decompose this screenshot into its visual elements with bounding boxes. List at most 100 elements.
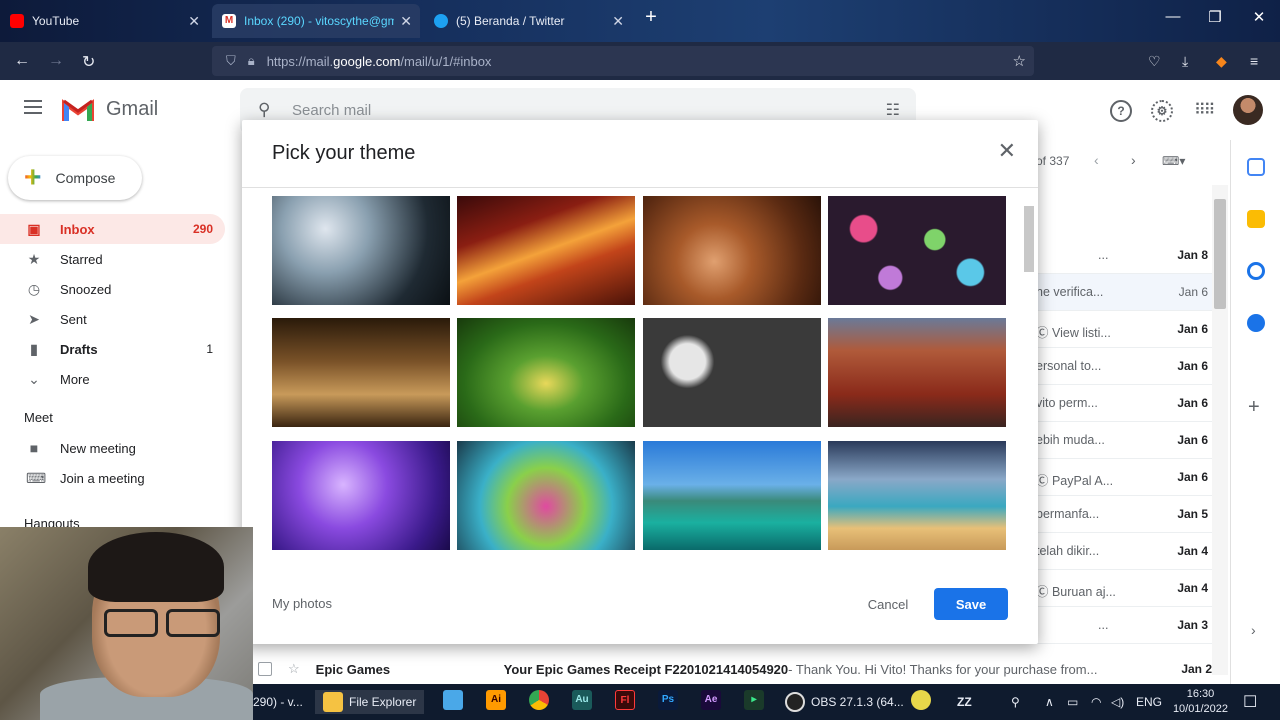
- close-icon[interactable]: ✕: [998, 138, 1016, 164]
- dialog-scrollbar-thumb[interactable]: [1024, 206, 1034, 272]
- dandelion-theme[interactable]: [272, 196, 450, 305]
- close-tab-icon[interactable]: ✕: [188, 13, 200, 30]
- save-button[interactable]: Save: [934, 588, 1008, 620]
- search-input[interactable]: Search mail: [292, 102, 371, 119]
- pipes-theme[interactable]: [643, 318, 821, 427]
- scrollbar-thumb[interactable]: [1214, 199, 1226, 309]
- app-icon[interactable]: ▸: [744, 690, 764, 710]
- menu-icon[interactable]: ≡: [1250, 53, 1258, 69]
- cancel-button[interactable]: Cancel: [852, 588, 924, 620]
- list-item[interactable]: ersonal to... Jan 6: [1030, 348, 1212, 385]
- notifications-icon[interactable]: ☐: [1243, 690, 1257, 714]
- sidebar-item-inbox[interactable]: ▣ Inbox 290: [0, 214, 225, 244]
- wifi-icon[interactable]: ◠: [1091, 690, 1101, 714]
- bookmark-star-icon[interactable]: ☆: [1013, 52, 1026, 70]
- calendar-icon[interactable]: [1247, 158, 1265, 176]
- minimize-icon[interactable]: —: [1158, 8, 1188, 25]
- battery-icon[interactable]: ▭: [1067, 690, 1078, 714]
- dialog-scrollbar[interactable]: [1022, 186, 1036, 562]
- star-icon: ★: [27, 250, 41, 267]
- main-menu-icon[interactable]: [24, 100, 42, 114]
- after-effects-icon[interactable]: Ae: [701, 690, 721, 710]
- bokeh-theme[interactable]: [828, 196, 1006, 305]
- app-icon[interactable]: [443, 690, 463, 710]
- pocket-icon[interactable]: ♡: [1148, 53, 1161, 70]
- sidebar-item-snoozed[interactable]: ◷ Snoozed: [0, 274, 225, 304]
- join-meeting-item[interactable]: ⌨ Join a meeting: [0, 463, 225, 493]
- tab-gmail[interactable]: M Inbox (290) - vitoscythe@gmail ✕: [212, 4, 420, 38]
- scrollbar[interactable]: [1212, 185, 1228, 675]
- app-icon[interactable]: ZZ: [957, 690, 972, 714]
- jellyfish-theme[interactable]: [272, 441, 450, 550]
- taskbar-item-file-explorer[interactable]: File Explorer: [315, 690, 425, 714]
- audition-icon[interactable]: Au: [572, 690, 592, 710]
- tab-twitter[interactable]: (5) Beranda / Twitter ✕: [424, 4, 632, 38]
- url-text: https://mail.google.com/mail/u/1/#inbox: [266, 53, 492, 69]
- maximize-icon[interactable]: ❐: [1200, 8, 1230, 26]
- address-bar[interactable]: ⛉ 🔒︎ https://mail.google.com/mail/u/1/#i…: [212, 46, 1034, 76]
- autumn-leaves-theme[interactable]: [643, 196, 821, 305]
- tab-youtube[interactable]: YouTube ✕: [0, 4, 208, 38]
- illustrator-icon[interactable]: Ai: [486, 690, 506, 710]
- sidebar-item-sent[interactable]: ➤ Sent: [0, 304, 225, 334]
- obs-icon: [785, 692, 805, 712]
- search-icon[interactable]: ⚲: [258, 100, 270, 120]
- chrome-icon[interactable]: [529, 690, 549, 710]
- new-tab-icon[interactable]: +: [636, 6, 666, 29]
- my-photos-link[interactable]: My photos: [272, 596, 332, 611]
- search-options-icon[interactable]: ☷: [886, 100, 900, 120]
- list-item[interactable]: bermanfa... Jan 5: [1030, 496, 1212, 533]
- list-item[interactable]: ... Jan 3: [1030, 607, 1212, 644]
- clock[interactable]: 16:30 10/01/2022: [1173, 687, 1228, 717]
- new-meeting-item[interactable]: ■ New meeting: [0, 433, 225, 463]
- language-indicator[interactable]: ENG: [1136, 690, 1162, 714]
- keep-icon[interactable]: [1247, 210, 1265, 228]
- back-icon[interactable]: ←: [14, 52, 30, 70]
- red-canyon-theme[interactable]: [828, 318, 1006, 427]
- metamask-icon[interactable]: ◆: [1216, 53, 1227, 70]
- add-addon-icon[interactable]: +: [1248, 396, 1260, 419]
- close-tab-icon[interactable]: ✕: [400, 13, 412, 30]
- taskbar-item-gmail[interactable]: 290) - v...: [253, 690, 303, 714]
- taskbar-item-obs[interactable]: OBS 27.1.3 (64...: [785, 690, 904, 714]
- canyon-waves-theme[interactable]: [457, 196, 635, 305]
- close-tab-icon[interactable]: ✕: [612, 13, 624, 30]
- list-item[interactable]: Ⓒ View listi... Jan 6: [1030, 311, 1212, 348]
- gmail-logo[interactable]: Gmail: [62, 97, 158, 121]
- table-row[interactable]: ☆ Epic Games Your Epic Games Receipt F22…: [254, 654, 1212, 684]
- divider: [242, 187, 1038, 188]
- list-item[interactable]: he verifica... Jan 6: [1030, 274, 1212, 311]
- water-drop-theme[interactable]: [457, 441, 635, 550]
- people-icon[interactable]: ⚲: [1011, 690, 1020, 714]
- list-item[interactable]: vito perm... Jan 6: [1030, 385, 1212, 422]
- download-icon[interactable]: ⤓: [1182, 53, 1188, 70]
- expand-panel-icon[interactable]: ›: [1251, 622, 1256, 638]
- list-item[interactable]: ebih muda... Jan 6: [1030, 422, 1212, 459]
- sidebar-item-drafts[interactable]: ▮ Drafts 1: [0, 334, 225, 364]
- avatar[interactable]: [1233, 95, 1263, 125]
- tray-chevron-icon[interactable]: ∧: [1045, 690, 1054, 714]
- close-window-icon[interactable]: ✕: [1244, 8, 1274, 26]
- star-icon[interactable]: ☆: [288, 661, 300, 677]
- app-icon[interactable]: [911, 690, 931, 710]
- sidebar-item-starred[interactable]: ★ Starred: [0, 244, 225, 274]
- volume-icon[interactable]: ◁): [1111, 690, 1124, 714]
- tab-label: YouTube: [32, 14, 80, 28]
- chess-theme[interactable]: [272, 318, 450, 427]
- caterpillar-theme[interactable]: [457, 318, 635, 427]
- photoshop-icon[interactable]: Ps: [658, 690, 678, 710]
- reload-icon[interactable]: ↻: [82, 52, 95, 72]
- row-checkbox[interactable]: [258, 662, 272, 676]
- lake-tahoe-theme[interactable]: [643, 441, 821, 550]
- compose-button[interactable]: + Compose: [8, 156, 142, 200]
- list-item[interactable]: telah dikir... Jan 4: [1030, 533, 1212, 570]
- flash-icon[interactable]: Fl: [615, 690, 635, 710]
- contacts-icon[interactable]: [1247, 314, 1265, 332]
- beach-theme[interactable]: [828, 441, 1006, 550]
- tasks-icon[interactable]: [1247, 262, 1265, 280]
- forward-icon[interactable]: →: [48, 52, 64, 70]
- list-item[interactable]: Ⓒ PayPal A... Jan 6: [1030, 459, 1212, 496]
- list-item[interactable]: Ⓒ Buruan aj... Jan 4: [1030, 570, 1212, 607]
- sidebar-item-more[interactable]: ⌄ More: [0, 364, 225, 394]
- list-item[interactable]: ... Jan 8: [1030, 237, 1212, 274]
